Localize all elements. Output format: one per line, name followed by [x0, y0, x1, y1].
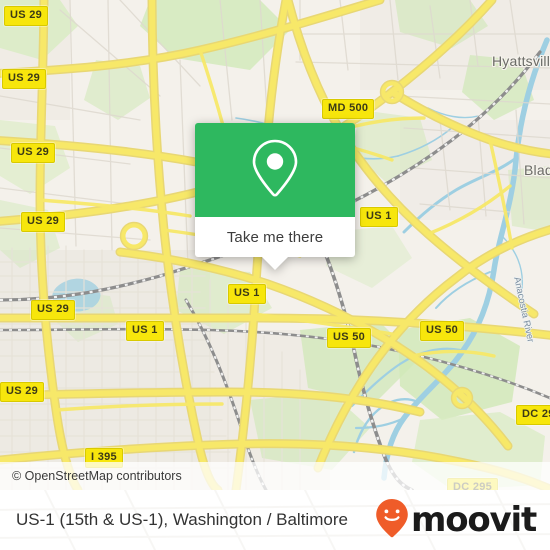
highway-shield[interactable]: US 29 — [0, 382, 45, 402]
take-me-there-label: Take me there — [226, 228, 324, 246]
highway-shield[interactable]: US 50 — [327, 328, 372, 348]
take-me-there-callout[interactable]: Take me there — [195, 123, 355, 270]
highway-shield[interactable]: MD 500 — [322, 99, 375, 119]
highway-shield[interactable]: US 29 — [21, 212, 66, 232]
callout-icon-area — [195, 123, 355, 217]
moovit-logo[interactable]: moovit — [375, 498, 537, 543]
highway-shield[interactable]: US 29 — [31, 300, 76, 320]
moovit-wordmark: moovit — [410, 500, 537, 540]
page-title: US-1 (15th & US-1), Washington / Baltimo… — [16, 510, 348, 529]
moovit-pin-smiley-icon — [375, 498, 409, 543]
map-attribution: © OpenStreetMap contributors — [0, 462, 550, 490]
callout-pointer-tail — [261, 256, 289, 270]
callout-cta-area[interactable]: Take me there — [195, 217, 355, 257]
attribution-text: © OpenStreetMap contributors — [12, 469, 182, 483]
highway-shield[interactable]: US 1 — [126, 321, 164, 341]
highway-shield[interactable]: US 50 — [420, 321, 465, 341]
highway-shield[interactable]: US 1 — [228, 284, 266, 304]
highway-shield[interactable]: US 29 — [2, 69, 47, 89]
highway-shield[interactable]: DC 295 — [516, 405, 550, 425]
map-pin-icon — [248, 137, 302, 204]
footer-bar: US-1 (15th & US-1), Washington / Baltimo… — [0, 490, 550, 550]
highway-shield[interactable]: US 29 — [11, 143, 56, 163]
moovit-station-map-card: .road-major-case { stroke:#e8d774; fill:… — [0, 0, 550, 550]
highway-shield[interactable]: US 29 — [4, 6, 49, 26]
highway-shield[interactable]: US 1 — [360, 207, 398, 227]
